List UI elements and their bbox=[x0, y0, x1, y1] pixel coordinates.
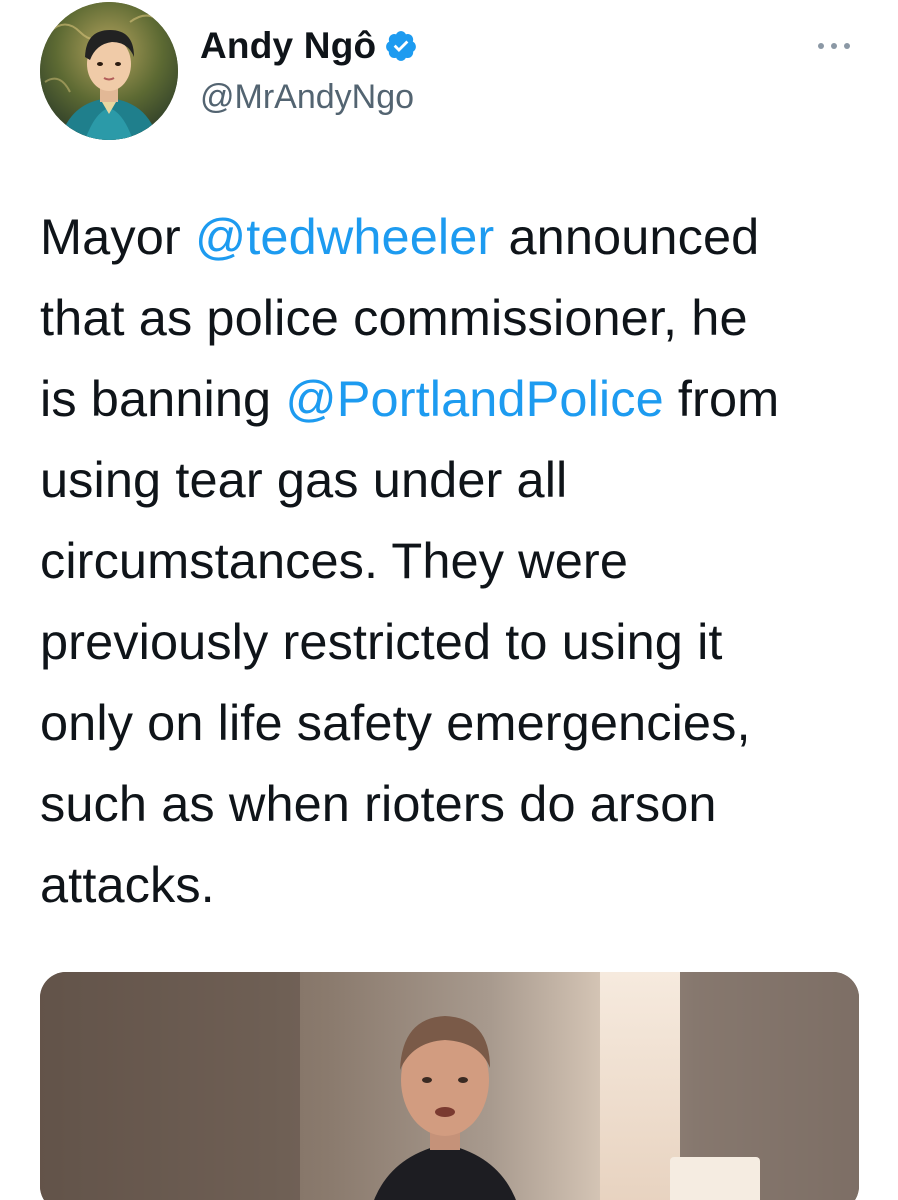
tweet-text-segment: previously restricted to using it bbox=[40, 613, 723, 670]
tweet-text-segment: is banning bbox=[40, 370, 286, 427]
display-name[interactable]: Andy Ngô bbox=[200, 25, 376, 67]
avatar[interactable] bbox=[40, 2, 178, 140]
tweet-text-segment: attacks. bbox=[40, 856, 215, 913]
tweet-text: Mayor @tedwheeler announced that as polic… bbox=[40, 196, 880, 925]
tweet-text-line: previously restricted to using it bbox=[40, 601, 880, 682]
tweet-text-line: attacks. bbox=[40, 844, 880, 925]
tweet-text-line: is banning @PortlandPolice from bbox=[40, 358, 880, 439]
tweet-text-line: that as police commissioner, he bbox=[40, 277, 880, 358]
name-row: Andy Ngô bbox=[200, 22, 418, 70]
video-preview-icon bbox=[40, 972, 859, 1200]
tweet-text-segment: circumstances. They were bbox=[40, 532, 629, 589]
tweet-text-segment: that as police commissioner, he bbox=[40, 289, 748, 346]
tweet-text-line: such as when rioters do arson bbox=[40, 763, 880, 844]
tweet-text-line: using tear gas under all bbox=[40, 439, 880, 520]
tweet-text-segment: only on life safety emergencies, bbox=[40, 694, 751, 751]
tweet-text-line: circumstances. They were bbox=[40, 520, 880, 601]
tweet-text-segment: such as when rioters do arson bbox=[40, 775, 717, 832]
mention-link[interactable]: @tedwheeler bbox=[195, 208, 494, 265]
tweet-card: Andy Ngô @MrAndyNgo Mayor @tedwheeler an… bbox=[0, 0, 898, 1200]
tweet-text-line: only on life safety emergencies, bbox=[40, 682, 880, 763]
tweet-text-segment: announced bbox=[494, 208, 760, 265]
avatar-illustration-icon bbox=[40, 2, 178, 140]
user-info: Andy Ngô @MrAndyNgo bbox=[200, 22, 418, 117]
verified-badge-icon bbox=[384, 29, 418, 63]
user-handle[interactable]: @MrAndyNgo bbox=[200, 78, 418, 117]
tweet-text-line: Mayor @tedwheeler announced bbox=[40, 196, 880, 277]
tweet-text-segment: from bbox=[663, 370, 780, 427]
more-options-icon[interactable] bbox=[810, 34, 858, 58]
mention-link[interactable]: @PortlandPolice bbox=[285, 370, 663, 427]
tweet-text-segment: using tear gas under all bbox=[40, 451, 568, 508]
video-thumbnail[interactable] bbox=[40, 972, 859, 1200]
tweet-header: Andy Ngô @MrAndyNgo bbox=[40, 0, 858, 150]
tweet-text-segment: Mayor bbox=[40, 208, 195, 265]
